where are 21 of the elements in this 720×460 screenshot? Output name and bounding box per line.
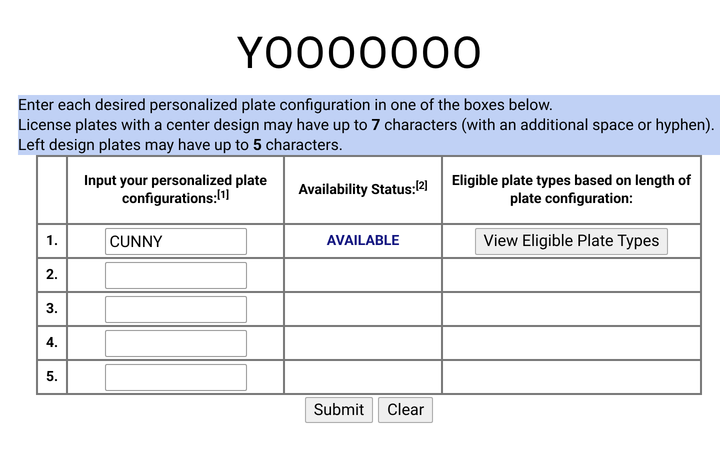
page-heading: YOOOOOOO [236, 26, 484, 81]
view-plate-types-button[interactable]: View Eligible Plate Types [474, 228, 668, 254]
plate-input-field[interactable] [104, 296, 246, 322]
column-header: Availability Status:$^{[2]}$ [284, 156, 442, 224]
column-header: Eligible plate types based on length of plate configuration: [442, 156, 701, 224]
clear-button[interactable]: Clear [378, 397, 434, 423]
plate-input-field[interactable]: CUNNY [104, 228, 246, 254]
plate-input-field[interactable] [104, 330, 246, 356]
column-header: Input your personalized plate configurations:$^{[1]}$ [67, 156, 284, 224]
plate-input-field[interactable] [104, 262, 246, 288]
row-number: 1. [37, 224, 67, 258]
status-cell: AVAILABLE [284, 224, 442, 258]
submit-button[interactable]: Submit [304, 397, 374, 423]
table-header-cell [37, 156, 67, 224]
plate-input-field[interactable] [104, 364, 246, 390]
instruction-text: Enter each desired personalized plate configuration in one of the boxes below. [18, 95, 554, 115]
row-number: 5. [37, 360, 67, 394]
instruction-text: License plates with a center design may have up to 7 characters (with an additional space or hyphen). Left design plates may have up to 5 characters. [18, 115, 716, 155]
row-number: 4. [37, 326, 67, 360]
row-number: 2. [37, 258, 67, 292]
row-number: 3. [37, 292, 67, 326]
